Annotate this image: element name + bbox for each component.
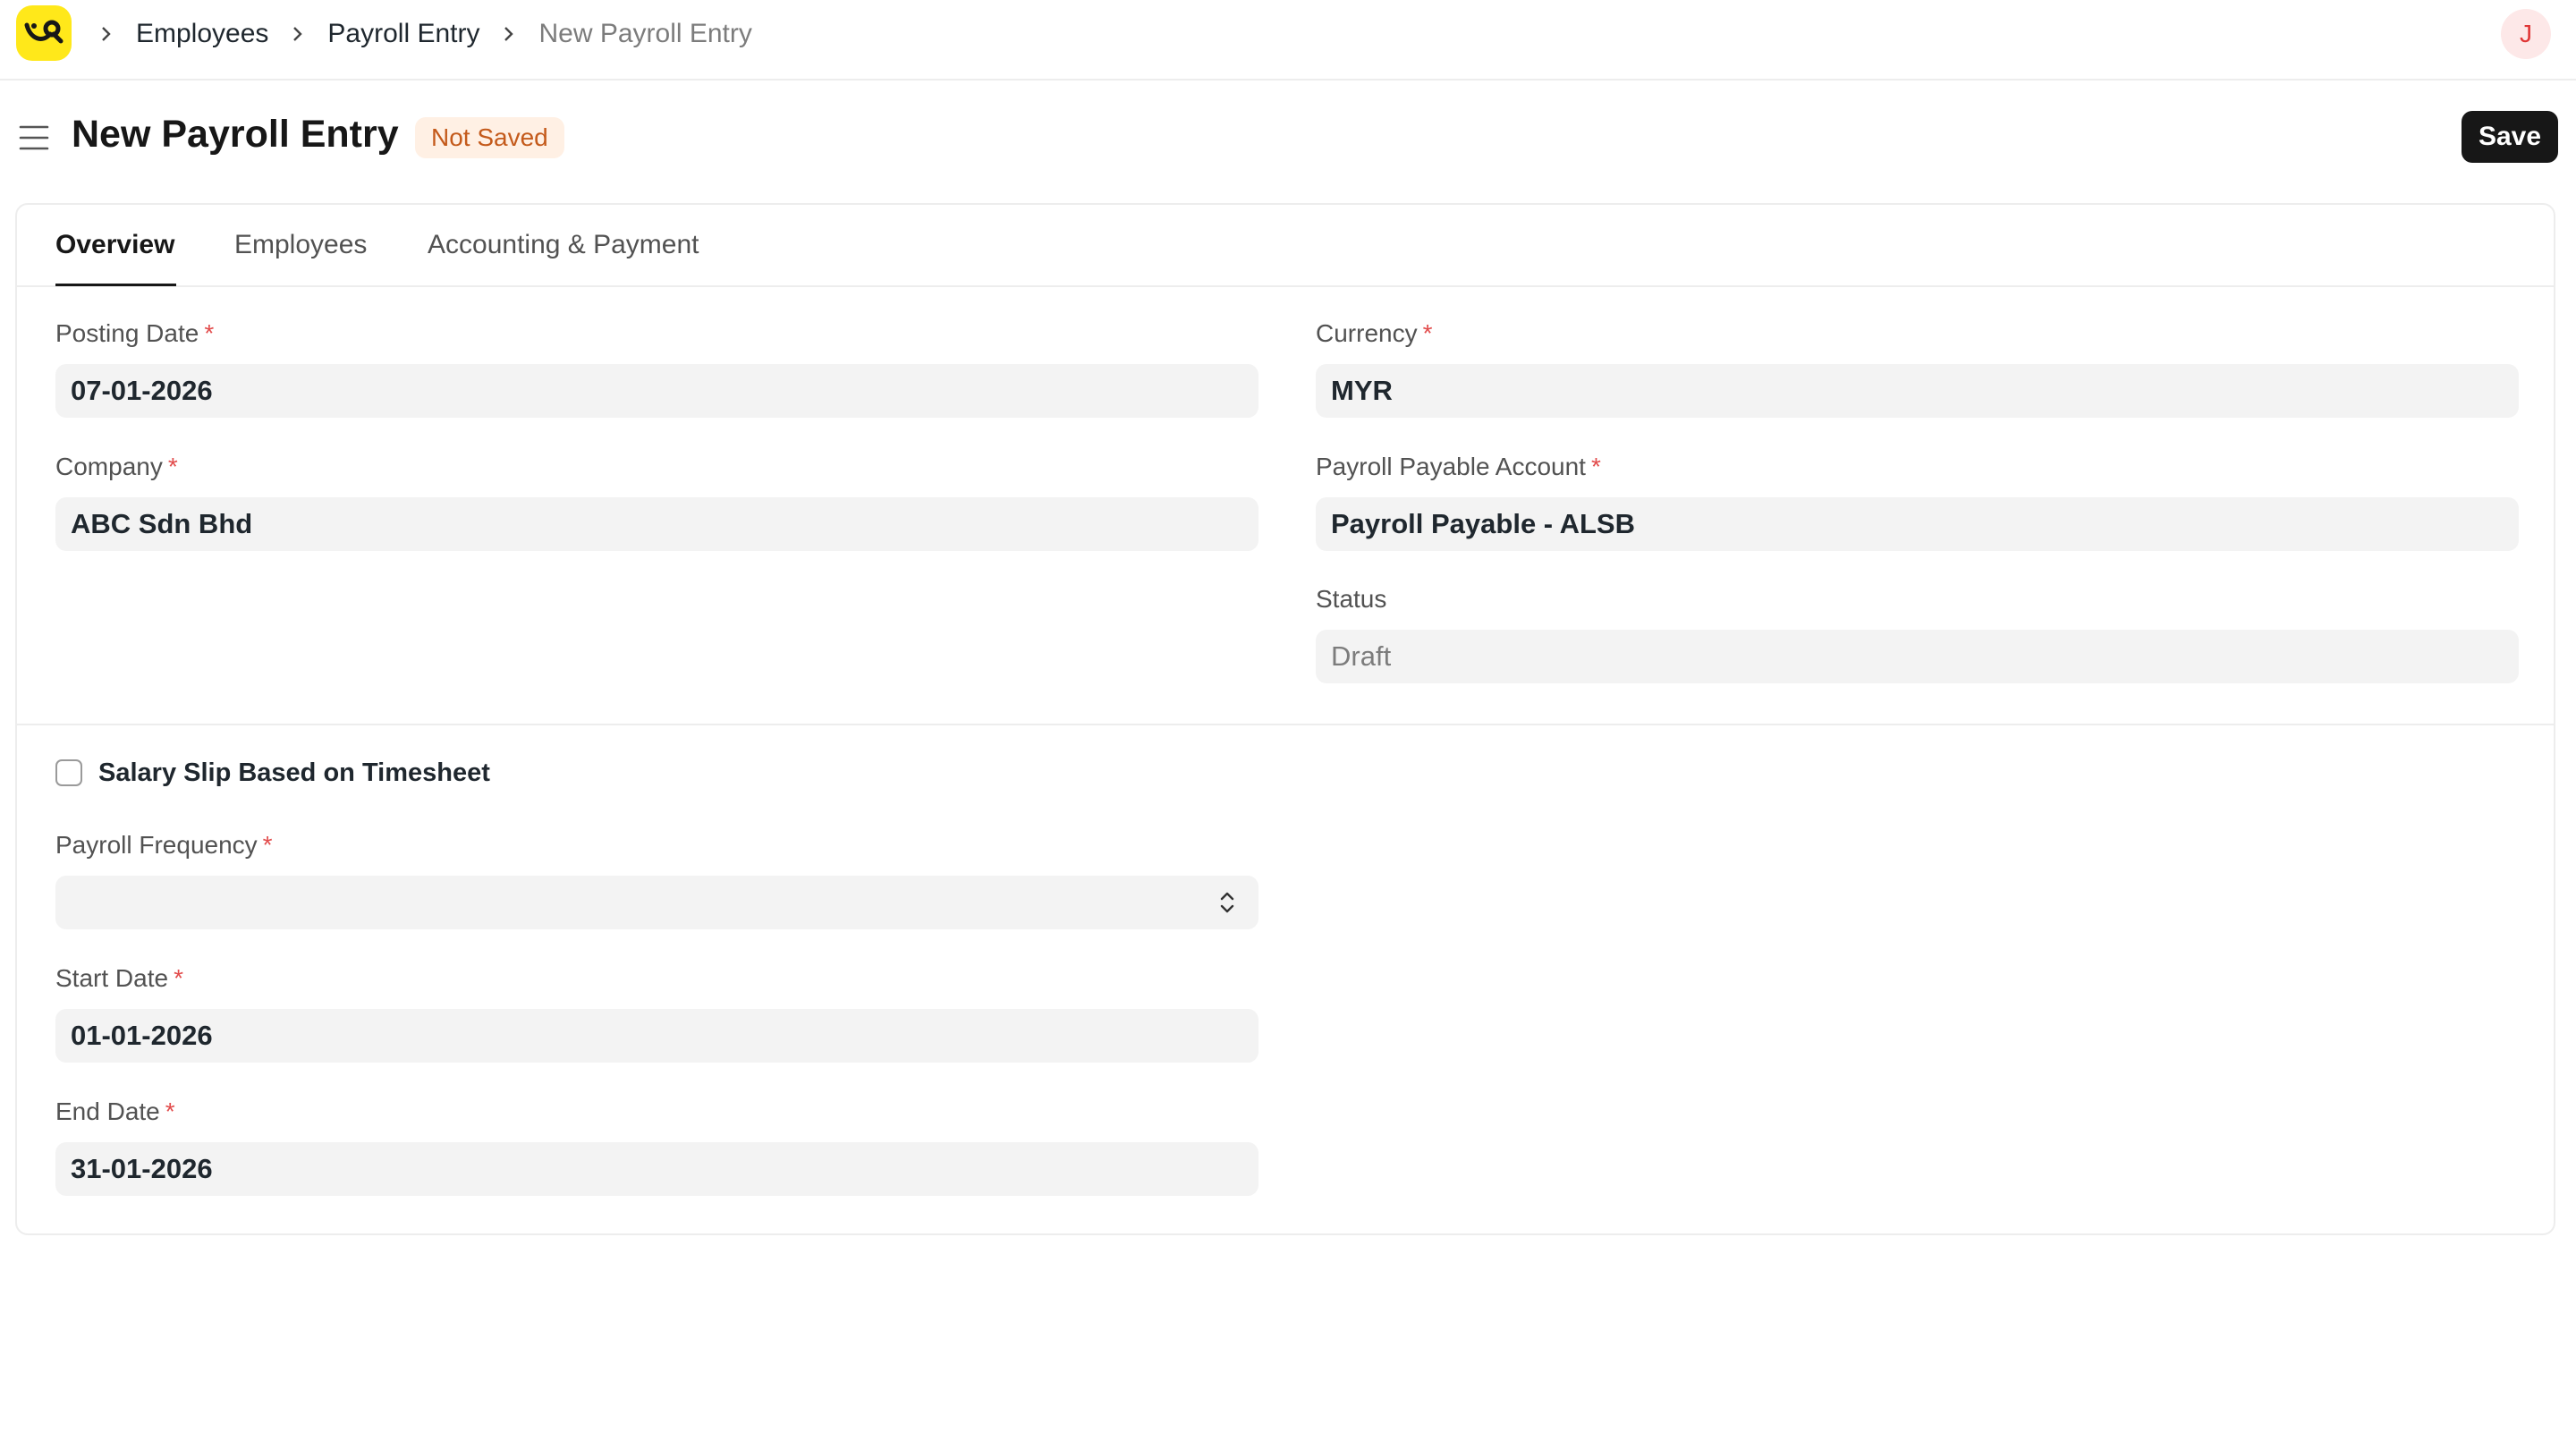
currency-field[interactable]: MYR [1316, 364, 2519, 418]
salary-slip-timesheet-checkbox[interactable] [55, 759, 82, 786]
end-date-label-text: End Date [55, 1097, 160, 1125]
required-mark: * [1422, 319, 1433, 347]
breadcrumb-payroll-entry[interactable]: Payroll Entry [327, 19, 479, 49]
hamburger-menu-icon[interactable] [18, 123, 50, 153]
breadcrumb: Employees Payroll Entry New Payroll Entr… [93, 9, 752, 59]
breadcrumb-employees[interactable]: Employees [136, 19, 268, 49]
company-label-text: Company [55, 453, 163, 480]
chevron-right-icon [97, 24, 116, 44]
required-mark: * [165, 1097, 175, 1125]
payroll-frequency-select[interactable] [55, 876, 1258, 929]
app-logo[interactable] [16, 5, 72, 61]
required-mark: * [204, 319, 215, 347]
form-card: Overview Employees Accounting & Payment … [15, 203, 2555, 1235]
breadcrumb-current: New Payroll Entry [538, 19, 752, 48]
company-label: Company * [55, 453, 1258, 481]
start-date-label: Start Date * [55, 964, 1258, 993]
form-tabs: Overview Employees Accounting & Payment [17, 205, 2554, 287]
posting-date-label-text: Posting Date [55, 319, 199, 347]
required-mark: * [174, 964, 183, 992]
payroll-payable-account-label: Payroll Payable Account * [1316, 453, 2519, 481]
required-mark: * [1590, 453, 1601, 480]
save-button[interactable]: Save [2462, 111, 2558, 163]
start-date-field[interactable]: 01-01-2026 [55, 1009, 1258, 1063]
company-field[interactable]: ABC Sdn Bhd [55, 497, 1258, 551]
currency-label-text: Currency [1316, 319, 1418, 347]
tab-employees[interactable]: Employees [234, 230, 367, 260]
payroll-frequency-label-text: Payroll Frequency [55, 831, 258, 859]
salary-slip-timesheet-label: Salary Slip Based on Timesheet [98, 758, 490, 787]
payroll-payable-account-label-text: Payroll Payable Account [1316, 453, 1586, 480]
posting-date-field[interactable]: 07-01-2026 [55, 364, 1258, 418]
status-label: Status [1316, 585, 1387, 613]
salary-slip-timesheet-row: Salary Slip Based on Timesheet [55, 758, 490, 788]
status-badge: Not Saved [415, 117, 564, 158]
section-divider [17, 724, 2554, 725]
end-date-field[interactable]: 31-01-2026 [55, 1142, 1258, 1196]
payroll-frequency-label: Payroll Frequency * [55, 831, 1258, 860]
smile-logo-icon [24, 20, 64, 44]
top-navbar: Employees Payroll Entry New Payroll Entr… [0, 0, 2576, 80]
status-field: Draft [1316, 630, 2519, 683]
select-updown-icon [1220, 892, 1234, 913]
end-date-label: End Date * [55, 1097, 1258, 1126]
active-tab-indicator [55, 284, 176, 286]
page-title: New Payroll Entry [72, 113, 399, 156]
start-date-label-text: Start Date [55, 964, 169, 992]
currency-label: Currency * [1316, 319, 2519, 348]
required-mark: * [167, 453, 178, 480]
posting-date-label: Posting Date * [55, 319, 1258, 348]
user-avatar[interactable]: J [2501, 9, 2551, 59]
required-mark: * [262, 831, 273, 859]
chevron-right-icon [499, 24, 519, 44]
tab-overview[interactable]: Overview [55, 230, 174, 260]
chevron-right-icon [288, 24, 308, 44]
tab-accounting-payment[interactable]: Accounting & Payment [428, 230, 699, 260]
payroll-payable-account-field[interactable]: Payroll Payable - ALSB [1316, 497, 2519, 551]
